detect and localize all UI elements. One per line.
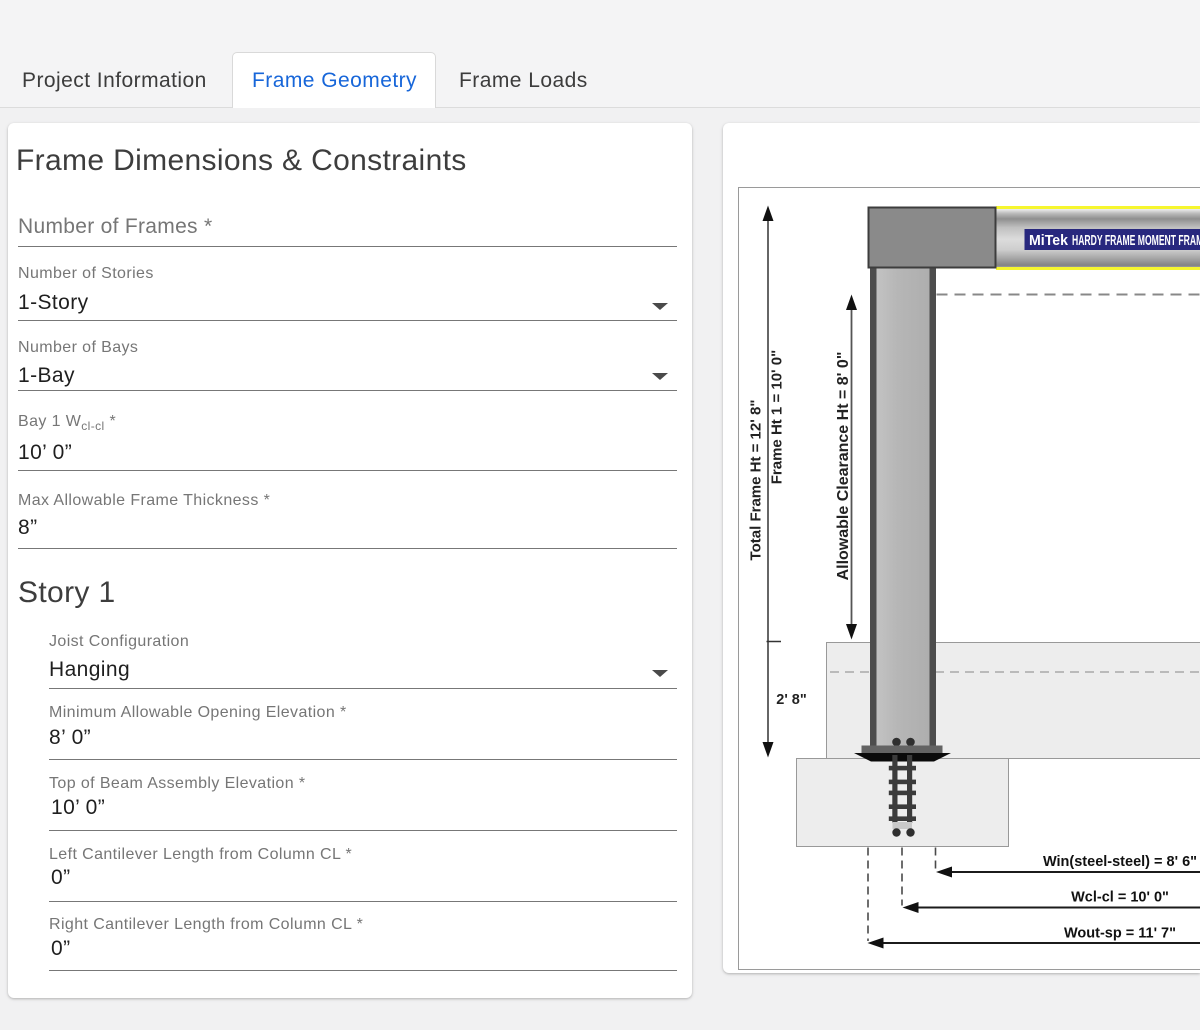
svg-text:Allowable Clearance Ht = 8' 0": Allowable Clearance Ht = 8' 0" <box>835 352 852 581</box>
svg-text:Total Frame Ht = 12' 8": Total Frame Ht = 12' 8" <box>748 400 765 561</box>
svg-text:Wout-sp = 11' 7": Wout-sp = 11' 7" <box>1064 926 1176 942</box>
svg-text:MiTek: MiTek <box>1029 233 1069 249</box>
svg-text:2' 8": 2' 8" <box>776 692 806 708</box>
svg-text:Win(steel-steel) = 8' 6": Win(steel-steel) = 8' 6" <box>1043 854 1197 870</box>
svg-text:HARDY FRAME MOMENT FRAME: HARDY FRAME MOMENT FRAME <box>1072 233 1200 249</box>
svg-text:Frame Ht 1 = 10' 0": Frame Ht 1 = 10' 0" <box>769 350 786 485</box>
svg-text:Wcl-cl = 10' 0": Wcl-cl = 10' 0" <box>1071 890 1169 906</box>
